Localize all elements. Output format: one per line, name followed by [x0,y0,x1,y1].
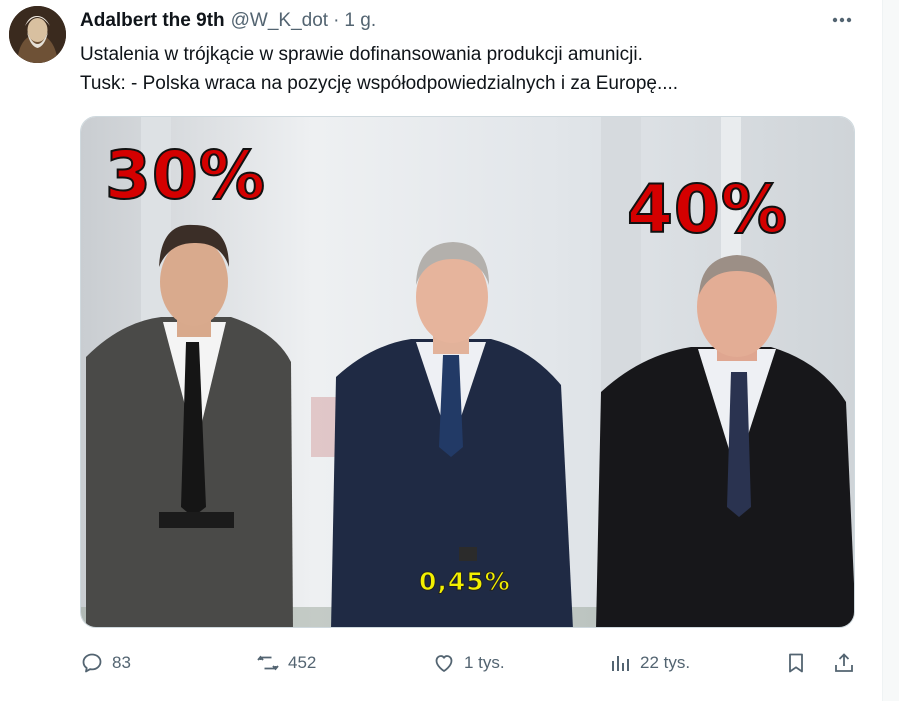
author-name[interactable]: Adalbert the 9th [80,10,225,32]
repost-count: 452 [288,653,317,672]
label-left-percent: 30% [104,136,266,215]
tweet: Adalbert the 9th @W_K_dot · 1 g. Ustalen… [0,0,882,701]
tweet-image[interactable]: 30% 40% 0,45% [80,116,855,628]
like-icon [435,655,453,672]
views-count: 22 tys. [640,653,691,672]
repost-button[interactable]: 452 [256,646,316,680]
action-bar: 83 452 1 tys. 22 tys. [76,646,866,680]
tweet-text-line-1: Ustalenia w trójkącie w sprawie dofinans… [80,44,643,65]
like-count: 1 tys. [464,653,505,672]
separator-dot: · [333,10,340,31]
reply-button[interactable]: 83 [80,646,131,680]
label-right-percent: 40% [626,170,788,249]
timeline-border [882,0,899,701]
avatar[interactable] [9,6,66,63]
like-button[interactable]: 1 tys. [432,646,505,680]
reply-icon [82,653,102,673]
timestamp[interactable]: 1 g. [344,10,376,32]
views-button[interactable]: 22 tys. [608,646,690,680]
views-icon [612,656,629,671]
repost-icon [257,655,279,671]
author-handle[interactable]: @W_K_dot [231,10,328,32]
reply-count: 83 [112,653,131,672]
share-icon [835,653,853,672]
tweet-text: Ustalenia w trójkącie w sprawie dofinans… [80,40,870,98]
more-icon[interactable] [830,10,854,30]
bookmark-icon [789,653,803,673]
tweet-text-line-2: Tusk: - Polska wraca na pozycję współodp… [80,73,679,94]
bookmark-button[interactable] [784,646,816,680]
share-button[interactable] [832,646,864,680]
tweet-header: Adalbert the 9th @W_K_dot · 1 g. [80,8,376,34]
label-middle-percent: 0,45% [419,567,511,597]
